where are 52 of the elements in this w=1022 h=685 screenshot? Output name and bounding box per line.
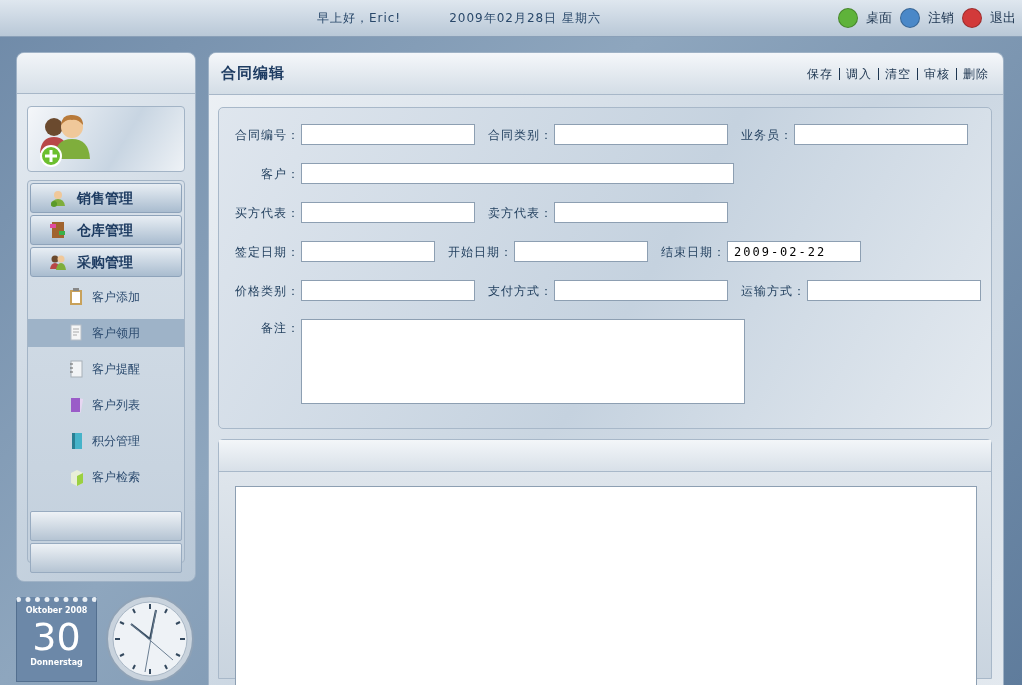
field-label: 运输方式： (741, 282, 806, 300)
input-field[interactable] (301, 241, 435, 262)
header-link[interactable]: 退出 (990, 8, 1016, 28)
field-label: 备注： (260, 320, 300, 337)
toolbar-link[interactable]: 保存 (801, 67, 839, 80)
field-label: 业务员： (741, 126, 793, 144)
field-label: 买方代表： (234, 204, 300, 222)
toolbar-link[interactable]: 删除 (956, 67, 995, 80)
toolbar-link[interactable]: 审核 (917, 67, 956, 80)
calendar-month: Oktober 2008 (24, 605, 89, 617)
field-label: 卖方代表： (488, 204, 553, 222)
sidebar-item[interactable]: 客户领用 (28, 319, 184, 347)
field-label: 开始日期： (448, 243, 513, 261)
input-field[interactable] (794, 124, 968, 145)
sidebar-item[interactable]: 客户检索 (28, 459, 184, 495)
input-field[interactable] (514, 241, 648, 262)
field-label: 签定日期： (234, 243, 300, 261)
textarea-field[interactable] (301, 319, 745, 404)
input-field[interactable] (301, 124, 475, 145)
menu-icon (49, 221, 67, 239)
input-field[interactable]: 2009-02-22 (727, 241, 861, 262)
greeting-text: 早上好，Eric! (316, 10, 402, 27)
field-label: 结束日期： (661, 243, 726, 261)
input-field[interactable] (301, 202, 475, 223)
menu-icon (49, 189, 67, 207)
sidebar-item[interactable]: 客户列表 (28, 387, 184, 423)
field-label: 合同类别： (488, 126, 553, 144)
sidebar-item[interactable]: 客户提醒 (28, 351, 184, 387)
header-link[interactable]: 注销 (928, 8, 954, 28)
input-field[interactable] (554, 124, 728, 145)
input-field[interactable] (301, 163, 734, 184)
input-field[interactable] (554, 202, 728, 223)
menu-button[interactable]: 销售管理 (30, 183, 182, 213)
field-label: 客户： (260, 165, 300, 183)
field-label: 支付方式： (488, 282, 553, 300)
calendar-day: 30 (17, 617, 96, 657)
sidebar-item[interactable]: 积分管理 (28, 423, 184, 459)
menu-icon (49, 253, 67, 271)
calendar-weekday: Donnerstag (29, 657, 84, 669)
toolbar-link[interactable]: 清空 (878, 67, 917, 80)
menu-button[interactable]: 采购管理 (30, 247, 182, 277)
input-field[interactable] (807, 280, 981, 301)
input-field[interactable] (301, 280, 475, 301)
menu-button[interactable]: 仓库管理 (30, 215, 182, 245)
panel-title: 合同编辑 (221, 63, 285, 85)
input-field[interactable] (554, 280, 728, 301)
toolbar-link[interactable]: 调入 (839, 67, 878, 80)
sidebar-item[interactable]: 客户添加 (28, 279, 184, 315)
date-text: 2009年02月28日 星期六 (449, 10, 602, 27)
field-label: 价格类别： (234, 282, 300, 300)
header-link[interactable]: 桌面 (866, 8, 892, 28)
field-label: 合同编号： (234, 126, 300, 144)
